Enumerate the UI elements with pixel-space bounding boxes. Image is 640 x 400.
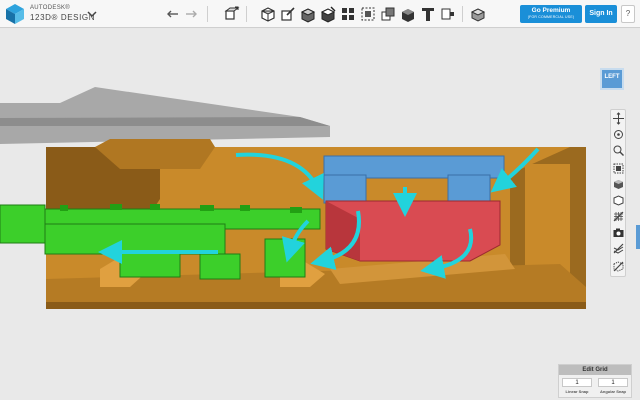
green-pcb-component	[60, 205, 68, 211]
sketch-icon	[281, 7, 295, 21]
pattern-button[interactable]	[339, 5, 357, 23]
logo-brand-text: AUTODESK®	[30, 5, 71, 11]
outline-icon	[613, 195, 624, 206]
zoom-icon	[613, 145, 624, 156]
angular-snap-input[interactable]: 1	[598, 378, 628, 387]
materials-visibility-icon	[614, 180, 623, 189]
undo-icon	[167, 10, 178, 18]
autodesk-logo-icon	[6, 4, 24, 24]
app-logo: AUTODESK® 123D® DESIGN	[4, 2, 124, 26]
green-pcb-block	[199, 253, 241, 280]
modify-icon	[320, 6, 336, 23]
material-button[interactable]	[469, 5, 487, 23]
view-solid-button[interactable]	[612, 260, 625, 273]
combine-button[interactable]	[379, 5, 397, 23]
angular-snap-label: Angular Snap	[599, 389, 626, 394]
3d-viewport[interactable]: LEFT	[0, 29, 640, 400]
green-pcb-block	[264, 238, 306, 278]
pan-icon	[613, 112, 624, 125]
modify-button[interactable]	[319, 5, 337, 23]
fit-button[interactable]	[612, 162, 625, 175]
materials-visibility-button[interactable]	[612, 178, 625, 191]
help-button[interactable]: ?	[621, 5, 635, 23]
green-pcb-component	[110, 204, 122, 210]
material-icon	[470, 8, 486, 22]
model-scene[interactable]	[0, 29, 640, 400]
screenshot-button[interactable]	[612, 226, 625, 239]
top-plate-edge	[0, 117, 330, 126]
green-pcb-component	[150, 204, 160, 210]
orbit-button[interactable]	[612, 128, 625, 141]
toolbar-divider	[462, 6, 463, 22]
primitives-icon	[261, 7, 275, 22]
edit-grid-button[interactable]: Edit Grid	[559, 365, 631, 375]
navigation-bar-tab[interactable]	[636, 225, 640, 249]
linear-snap-label: Linear Snap	[565, 389, 589, 394]
grouping-button[interactable]	[359, 5, 377, 23]
outline-button[interactable]	[612, 194, 625, 207]
premium-sublabel: (FOR COMMERCIAL USE)	[527, 15, 575, 19]
grouping-icon	[361, 7, 375, 21]
green-pcb-connector	[0, 204, 46, 244]
premium-label: Go Premium	[531, 7, 571, 14]
blue-block-right	[447, 174, 491, 204]
top-plate	[0, 87, 330, 144]
snap-icon	[441, 8, 454, 20]
construct-button[interactable]	[299, 5, 317, 23]
construct-icon	[300, 8, 316, 23]
measure-button[interactable]	[399, 5, 417, 23]
blue-block-left	[323, 174, 367, 204]
snap-button[interactable]	[439, 5, 457, 23]
measure-icon	[402, 9, 414, 22]
view-cube[interactable]: LEFT	[600, 68, 624, 90]
green-pcb-component	[200, 205, 214, 211]
redo-icon	[186, 10, 197, 18]
green-pcb-lower	[44, 223, 226, 255]
view-cube-label: LEFT	[604, 74, 620, 80]
sketch-button[interactable]	[279, 5, 297, 23]
toolbar-divider	[207, 6, 208, 22]
linear-snap-input[interactable]: 1	[562, 378, 592, 387]
isometric-button[interactable]	[612, 242, 625, 255]
navigation-bar	[610, 109, 626, 277]
toolbar-divider	[246, 6, 247, 22]
top-toolbar: AUTODESK® 123D® DESIGN Go Premium (FOR C…	[0, 0, 640, 28]
pan-button[interactable]	[612, 112, 625, 125]
fit-icon	[613, 163, 624, 174]
sign-in-button[interactable]: Sign In	[585, 5, 617, 23]
combine-icon	[381, 7, 395, 21]
transform-icon	[224, 6, 240, 20]
isometric-icon	[613, 243, 624, 254]
grid-toggle-button[interactable]	[612, 210, 625, 223]
grid-toggle-icon	[613, 211, 624, 222]
green-pcb-block	[119, 250, 181, 278]
undo-button[interactable]	[164, 5, 182, 23]
view-solid-icon	[613, 261, 624, 272]
transform-button[interactable]	[222, 5, 240, 23]
go-premium-button[interactable]: Go Premium (FOR COMMERCIAL USE)	[520, 5, 582, 23]
text-icon	[422, 8, 434, 21]
primitives-button[interactable]	[259, 5, 277, 23]
orbit-icon	[614, 130, 623, 139]
green-pcb-component	[290, 207, 302, 213]
green-pcb-component	[240, 205, 250, 211]
screenshot-icon	[613, 228, 624, 237]
pattern-icon	[342, 8, 354, 20]
edit-grid-panel: Edit Grid 1 1 Linear Snap Angular Snap	[558, 364, 632, 398]
zoom-button[interactable]	[612, 144, 625, 157]
redo-button[interactable]	[182, 5, 200, 23]
text-button[interactable]	[419, 5, 437, 23]
chevron-down-icon[interactable]	[86, 8, 98, 20]
housing-floor-front	[46, 302, 586, 309]
